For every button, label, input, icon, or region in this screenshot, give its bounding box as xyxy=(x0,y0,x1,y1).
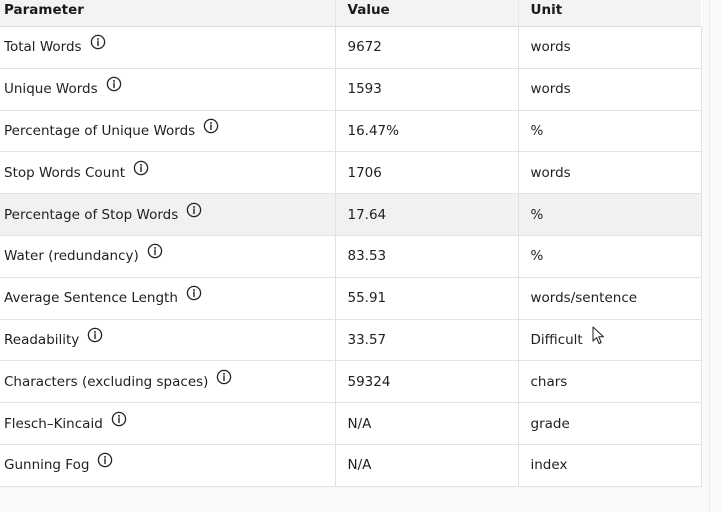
table-row: Percentage of Unique Words 16.47%% xyxy=(0,110,702,153)
info-circle-icon[interactable] xyxy=(111,411,127,431)
unit-cell: words xyxy=(518,68,702,111)
table-row: Characters (excluding spaces) 59324 chars xyxy=(0,360,702,404)
unit-cell: % xyxy=(518,110,702,153)
info-circle-icon[interactable] xyxy=(97,452,113,472)
parameter-label: Average Sentence Length xyxy=(4,290,178,307)
unit-cell: Difficult xyxy=(518,319,702,362)
unit-cell: words xyxy=(518,151,702,195)
info-circle-icon[interactable] xyxy=(106,76,122,96)
unit-cell: % xyxy=(518,193,702,236)
parameter-cell: Percentage of Unique Words xyxy=(0,110,336,153)
parameter-label: Total Words xyxy=(4,39,82,56)
table-body: Total Words 9672 words Unique Words 1593 word… xyxy=(0,26,702,487)
page: Parameter Value Unit Total Words 9672 word… xyxy=(0,0,721,512)
value-cell: 83.53 xyxy=(335,235,519,278)
table-row: Flesch–Kincaid N/A grade xyxy=(0,402,702,445)
table-row: Average Sentence Length 55.91 words/senten… xyxy=(0,277,702,320)
column-header-parameter[interactable]: Parameter xyxy=(0,0,336,27)
parameter-label: Percentage of Unique Words xyxy=(4,122,196,139)
column-header-value[interactable]: Value xyxy=(335,0,519,27)
table-row: Percentage of Stop Words 17.64% xyxy=(0,193,702,236)
unit-cell: chars xyxy=(518,360,702,404)
info-circle-icon[interactable] xyxy=(147,243,163,263)
value-cell: 16.47% xyxy=(335,110,519,153)
parameter-label: Unique Words xyxy=(4,81,98,98)
parameter-label: Readability xyxy=(4,331,80,348)
parameter-cell: Stop Words Count xyxy=(0,151,336,195)
info-circle-icon[interactable] xyxy=(216,369,232,389)
parameter-cell: Flesch–Kincaid xyxy=(0,402,336,445)
info-circle-icon[interactable] xyxy=(133,160,149,180)
value-cell: N/A xyxy=(335,402,519,445)
parameter-label: Characters (excluding spaces) xyxy=(4,373,209,390)
value-cell: N/A xyxy=(335,444,519,487)
value-cell: 17.64 xyxy=(335,193,519,236)
value-cell: 1593 xyxy=(335,68,519,111)
parameter-cell: Characters (excluding spaces) xyxy=(0,360,336,404)
table-row: Readability 33.57 Difficult xyxy=(0,319,702,362)
table-row: Gunning Fog N/A index xyxy=(0,444,702,487)
parameter-label: Water (redundancy) xyxy=(4,248,139,265)
info-circle-icon[interactable] xyxy=(186,202,202,222)
parameter-cell: Total Words xyxy=(0,26,336,69)
unit-cell: index xyxy=(518,444,702,487)
parameter-cell: Unique Words xyxy=(0,68,336,111)
info-circle-icon[interactable] xyxy=(87,327,103,347)
unit-cell: grade xyxy=(518,402,702,445)
parameter-cell: Percentage of Stop Words xyxy=(0,193,336,236)
panel-edge xyxy=(709,0,710,512)
column-header-unit[interactable]: Unit xyxy=(518,0,701,27)
parameter-label: Stop Words Count xyxy=(4,164,126,181)
info-circle-icon[interactable] xyxy=(203,118,219,138)
table-row: Water (redundancy) 83.53% xyxy=(0,235,702,278)
parameter-label: Gunning Fog xyxy=(4,457,90,474)
parameter-cell: Water (redundancy) xyxy=(0,235,336,278)
info-circle-icon[interactable] xyxy=(90,34,106,54)
parameter-label: Percentage of Stop Words xyxy=(4,206,179,223)
info-circle-icon[interactable] xyxy=(186,285,202,305)
value-cell: 33.57 xyxy=(335,319,519,362)
parameter-cell: Gunning Fog xyxy=(0,444,336,487)
parameter-cell: Readability xyxy=(0,319,336,362)
unit-cell: % xyxy=(518,235,702,278)
value-cell: 1706 xyxy=(335,151,519,195)
unit-cell: words/sentence xyxy=(518,277,702,320)
parameter-label: Flesch–Kincaid xyxy=(4,415,103,432)
value-cell: 9672 xyxy=(335,26,519,69)
table-row: Unique Words 1593 words xyxy=(0,68,702,111)
table-row: Total Words 9672 words xyxy=(0,26,702,69)
parameter-cell: Average Sentence Length xyxy=(0,277,336,320)
table-header-row: Parameter Value Unit xyxy=(0,0,701,27)
value-cell: 55.91 xyxy=(335,277,519,320)
value-cell: 59324 xyxy=(335,360,519,404)
unit-cell: words xyxy=(518,26,702,69)
text-statistics-table: Parameter Value Unit Total Words 9672 word… xyxy=(0,0,702,487)
table-row: Stop Words Count 1706 words xyxy=(0,151,702,195)
